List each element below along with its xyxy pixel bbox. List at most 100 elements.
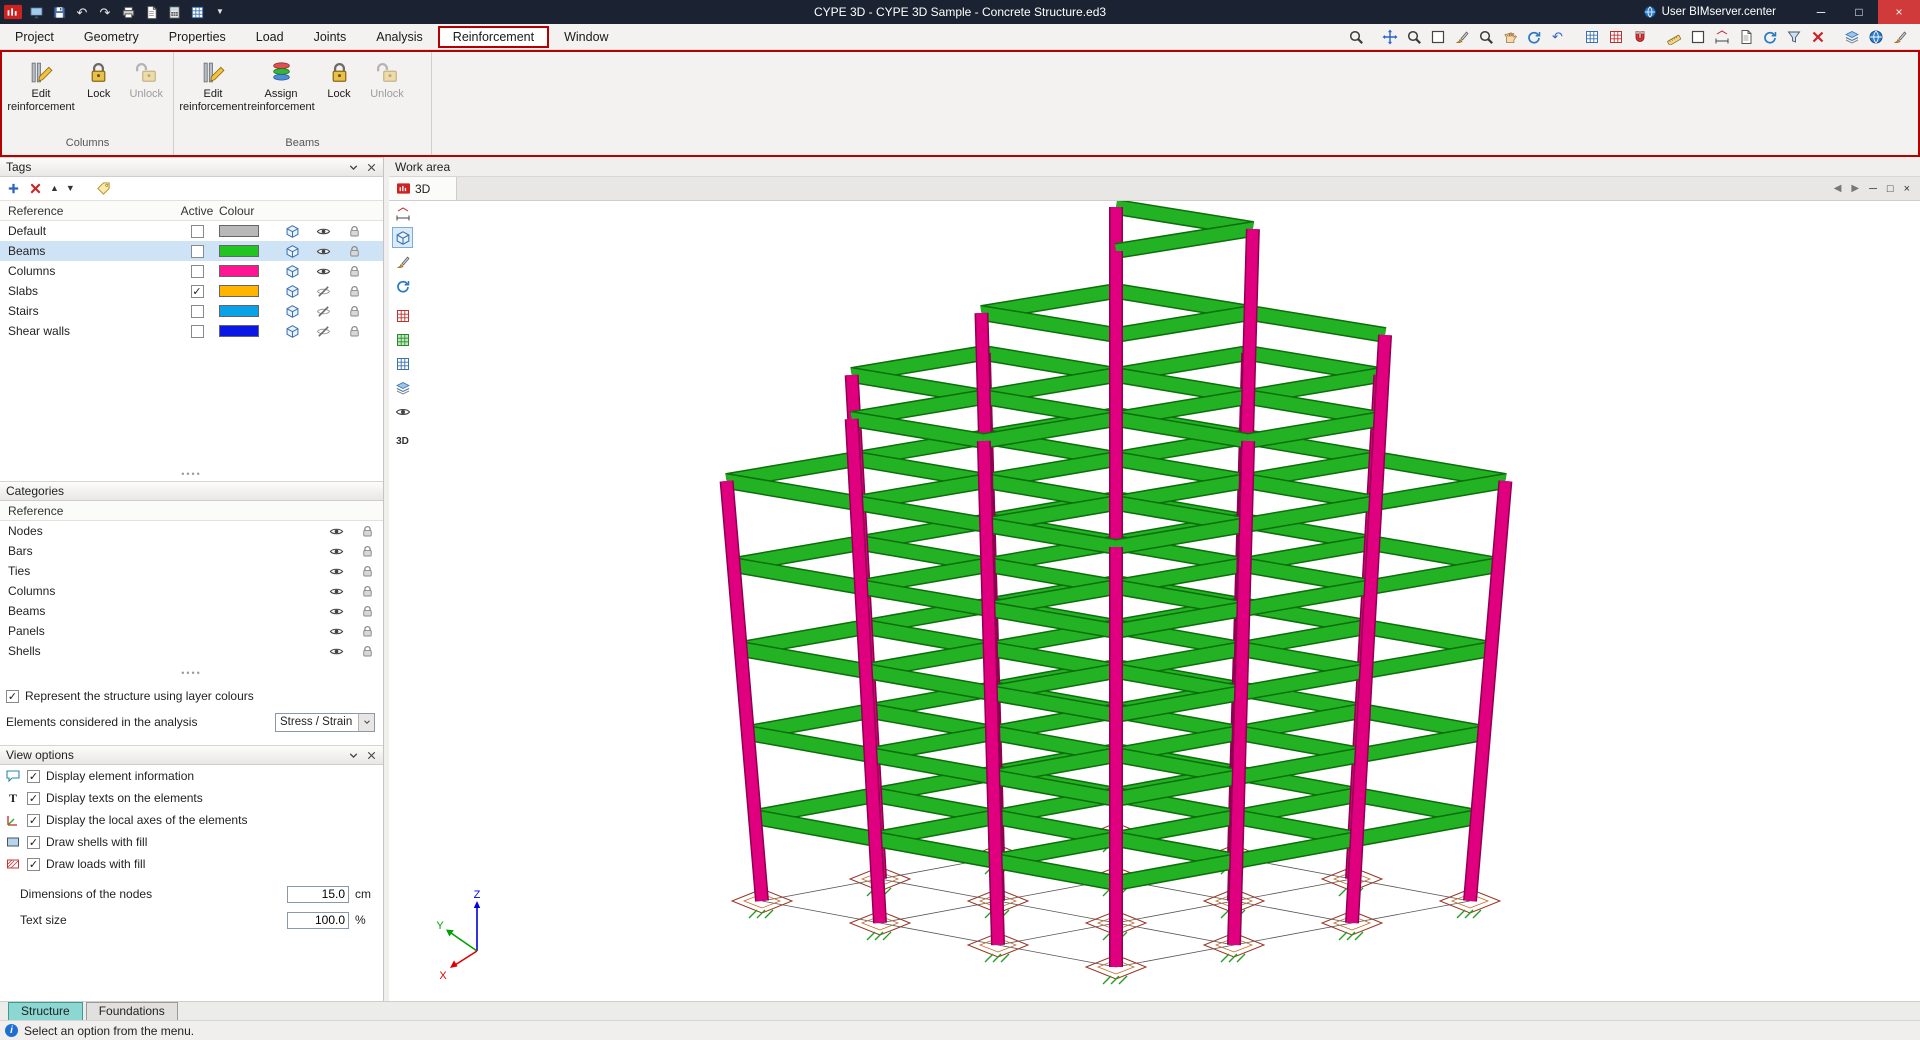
lock-icon[interactable] [360, 584, 375, 599]
visibility-eye-icon[interactable] [329, 604, 344, 619]
zoom-scale-icon[interactable] [1427, 26, 1448, 47]
document-icon[interactable] [142, 3, 160, 21]
tag-colour-swatch[interactable] [219, 225, 259, 237]
previous-view-icon[interactable]: ↶ [1547, 26, 1568, 47]
visibility-eye-icon[interactable] [316, 264, 331, 279]
tag-row-shear-walls[interactable]: Shear walls [0, 321, 383, 341]
redo-icon[interactable]: ↷ [96, 3, 114, 21]
category-row-shells[interactable]: Shells [0, 641, 383, 661]
tile-windows-icon[interactable] [1841, 26, 1862, 47]
collapse-chevron-icon[interactable] [347, 161, 360, 174]
view-close-icon[interactable]: × [1904, 183, 1910, 195]
tag-row-default[interactable]: Default [0, 221, 383, 241]
table-icon[interactable] [392, 305, 413, 326]
maximize-button[interactable]: □ [1840, 0, 1878, 24]
visibility-off-icon[interactable] [316, 304, 331, 319]
visibility-eye-icon[interactable] [329, 564, 344, 579]
tab-3d[interactable]: 3D [389, 177, 458, 200]
lock-icon[interactable] [360, 564, 375, 579]
tag-row-beams[interactable]: Beams [0, 241, 383, 261]
visibility-eye-icon[interactable] [316, 224, 331, 239]
view-option-checkbox[interactable] [27, 769, 40, 783]
view-restore-icon[interactable]: □ [1887, 183, 1894, 195]
panel-resizer[interactable]: •••• [0, 341, 383, 481]
views-cube-icon[interactable] [285, 324, 300, 339]
dxf-layers-icon[interactable] [1581, 26, 1602, 47]
toolbar-more-icon[interactable]: ▼ [211, 3, 229, 21]
zoom-out-icon[interactable] [1475, 26, 1496, 47]
visibility-eye-icon[interactable] [329, 584, 344, 599]
move-down-icon[interactable]: ▼ [66, 184, 75, 193]
lock-icon[interactable] [360, 624, 375, 639]
lock-columns-button[interactable]: Lock [76, 57, 122, 101]
clean-brush-icon[interactable] [1889, 26, 1910, 47]
text-size-input[interactable] [287, 911, 349, 929]
zoom-arrows-icon[interactable] [1379, 26, 1400, 47]
move-up-icon[interactable]: ▲ [50, 184, 59, 193]
lock-icon[interactable] [347, 324, 362, 339]
bimserver-user[interactable]: User BIMserver.center [1643, 5, 1776, 19]
viewport-3d[interactable]: 3D Z Y X [389, 201, 1920, 1001]
view-3d-icon[interactable]: 3D [392, 431, 413, 452]
lock-icon[interactable] [347, 244, 362, 259]
layers-icon[interactable] [392, 377, 413, 398]
visibility-eye-icon[interactable] [392, 401, 413, 422]
angle-measure-icon[interactable] [392, 203, 413, 224]
visibility-eye-icon[interactable] [316, 244, 331, 259]
menu-item-joints[interactable]: Joints [299, 26, 362, 48]
close-icon[interactable] [365, 749, 378, 762]
close-button[interactable]: × [1878, 0, 1920, 24]
view-minimize-icon[interactable]: ─ [1869, 183, 1877, 195]
elements-analysis-select[interactable]: Stress / Strain [275, 712, 375, 732]
menu-item-load[interactable]: Load [241, 26, 299, 48]
tag-colour-swatch[interactable] [219, 325, 259, 337]
tag-colour-swatch[interactable] [219, 305, 259, 317]
lock-icon[interactable] [347, 264, 362, 279]
tab-next-icon[interactable]: ▶ [1851, 183, 1859, 194]
chevron-down-icon[interactable] [358, 713, 374, 731]
undo-icon[interactable]: ↶ [73, 3, 91, 21]
lock-icon[interactable] [360, 604, 375, 619]
bimserver-sync-globe-icon[interactable] [1865, 26, 1886, 47]
views-cube-icon[interactable] [285, 264, 300, 279]
view-option-checkbox[interactable] [27, 791, 40, 805]
snap-magnet-icon[interactable] [1629, 26, 1650, 47]
zoom-window-icon[interactable] [1403, 26, 1424, 47]
view-option-checkbox[interactable] [27, 835, 40, 849]
delete-tag-icon[interactable] [28, 181, 43, 196]
tag-row-slabs[interactable]: Slabs [0, 281, 383, 301]
grid-icon[interactable] [188, 3, 206, 21]
printer-icon[interactable] [119, 3, 137, 21]
tag-row-stairs[interactable]: Stairs [0, 301, 383, 321]
paint-icon[interactable] [392, 251, 413, 272]
regenerate-icon[interactable] [1759, 26, 1780, 47]
view-option-checkbox[interactable] [27, 813, 40, 827]
lock-beams-button[interactable]: Lock [316, 57, 362, 101]
calculator-icon[interactable] [165, 3, 183, 21]
structure-3d[interactable] [416, 201, 1920, 1001]
orbit-icon[interactable] [392, 275, 413, 296]
filter-icon[interactable] [1783, 26, 1804, 47]
tab-structure[interactable]: Structure [8, 1002, 83, 1020]
lock-icon[interactable] [360, 524, 375, 539]
print-template-icon[interactable] [1605, 26, 1626, 47]
visibility-eye-icon[interactable] [329, 644, 344, 659]
dimension-icon[interactable] [1711, 26, 1732, 47]
tag-active-checkbox[interactable] [190, 264, 204, 278]
views-cube-icon[interactable] [285, 224, 300, 239]
menu-item-window[interactable]: Window [549, 26, 623, 48]
tag-row-columns[interactable]: Columns [0, 261, 383, 281]
category-row-columns[interactable]: Columns [0, 581, 383, 601]
visibility-off-icon[interactable] [316, 284, 331, 299]
view-option-checkbox[interactable] [27, 857, 40, 871]
save-icon[interactable] [50, 3, 68, 21]
tag-colour-swatch[interactable] [219, 285, 259, 297]
views-cube-icon[interactable] [285, 244, 300, 259]
category-row-beams[interactable]: Beams [0, 601, 383, 621]
menu-item-properties[interactable]: Properties [154, 26, 241, 48]
minimize-button[interactable]: ─ [1802, 0, 1840, 24]
menu-item-project[interactable]: Project [0, 26, 69, 48]
tag-active-checkbox[interactable] [190, 284, 204, 298]
represent-layer-colours-checkbox[interactable] [6, 689, 19, 703]
visibility-eye-icon[interactable] [329, 624, 344, 639]
